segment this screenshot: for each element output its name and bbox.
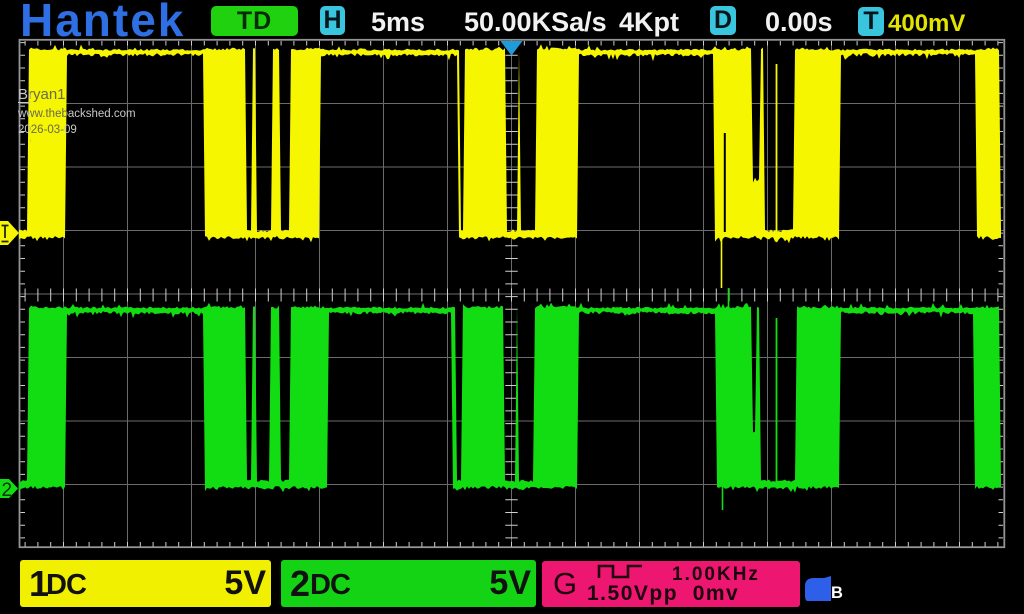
svg-text:2: 2 bbox=[2, 480, 13, 501]
svg-text:B: B bbox=[831, 584, 843, 602]
